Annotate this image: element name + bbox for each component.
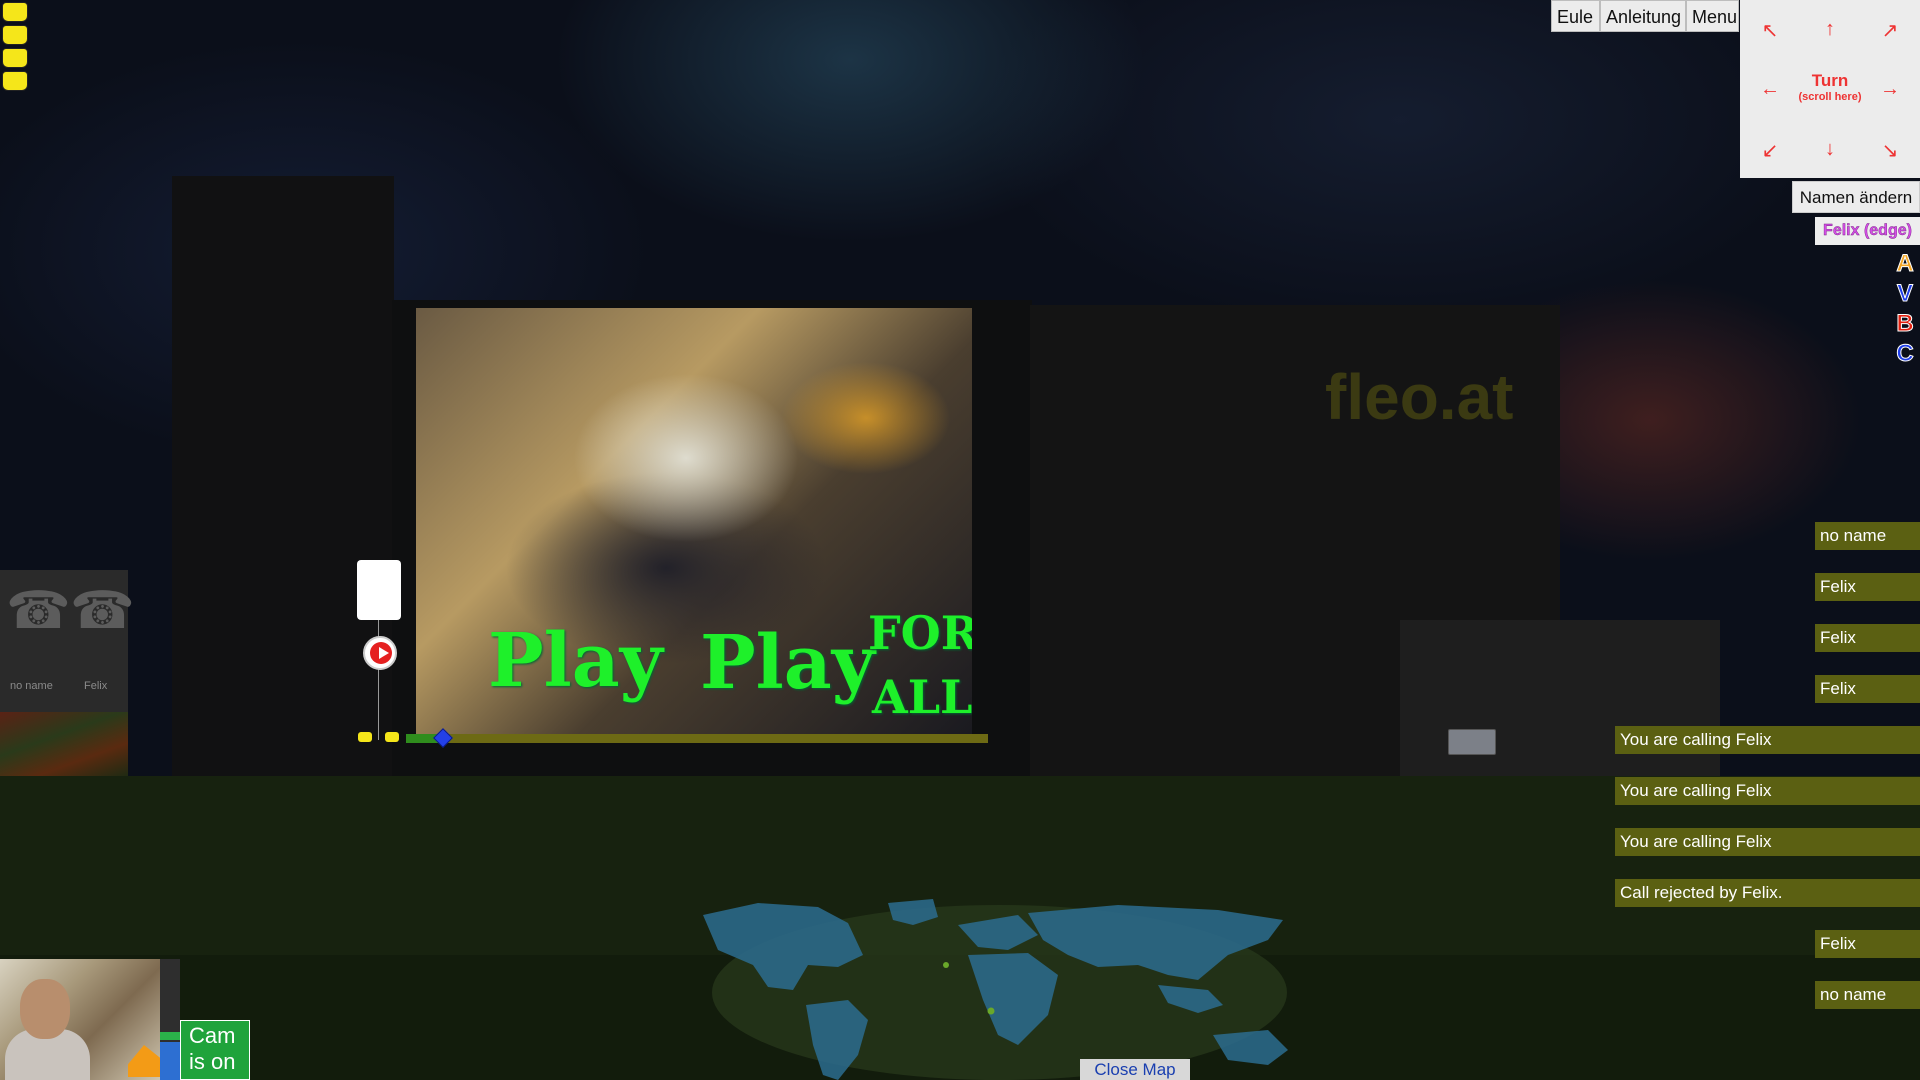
app-logo xyxy=(2,2,28,91)
video-overlay-play-1: Play xyxy=(488,618,663,704)
video-progress-bar[interactable] xyxy=(406,734,988,743)
map-user-marker[interactable] xyxy=(987,1007,995,1015)
phone-icon-felix[interactable]: ☎ xyxy=(70,585,135,637)
user-list-item[interactable]: Felix xyxy=(1815,624,1920,652)
user-list-item[interactable]: no name xyxy=(1815,522,1920,550)
turn-hint: (scroll here) xyxy=(1798,91,1862,103)
world-map[interactable] xyxy=(698,895,1338,1080)
webcam-indicator-blue xyxy=(160,1042,180,1080)
scene-wall-left xyxy=(172,176,394,776)
close-map-button[interactable]: Close Map xyxy=(1080,1059,1190,1080)
turn-control[interactable]: Turn (scroll here) xyxy=(1780,72,1880,106)
webcam-person-face xyxy=(20,979,70,1039)
video-player[interactable]: Play Play FOR ALL xyxy=(416,308,972,734)
volume-up-icon[interactable] xyxy=(385,732,399,742)
scene-desk xyxy=(1400,620,1720,780)
play-button[interactable] xyxy=(363,636,397,670)
circle-button-a[interactable]: A xyxy=(1892,250,1918,277)
arrow-up-left-icon[interactable]: ↖ xyxy=(1755,18,1785,43)
user-list-item[interactable]: Felix xyxy=(1815,675,1920,703)
cam-status-line2: is on xyxy=(189,1049,236,1074)
rename-button[interactable]: Namen ändern xyxy=(1792,181,1920,213)
turn-label: Turn xyxy=(1811,71,1849,90)
user-list-item[interactable]: no name xyxy=(1815,981,1920,1009)
circle-button-v[interactable]: V xyxy=(1892,280,1918,307)
phone-panel: ☎ ☎ no name Felix xyxy=(0,570,135,712)
call-message: Call rejected by Felix. xyxy=(1615,879,1920,907)
camera-device-icon[interactable] xyxy=(1448,729,1496,755)
phone-label-no-name: no name xyxy=(10,680,53,692)
arrow-up-icon[interactable]: ↑ xyxy=(1815,18,1845,41)
arrow-down-left-icon[interactable]: ↙ xyxy=(1755,138,1785,163)
arrow-right-icon[interactable]: → xyxy=(1875,78,1905,101)
call-message: You are calling Felix xyxy=(1615,777,1920,805)
phone-icon-no-name[interactable]: ☎ xyxy=(6,585,71,637)
video-overlay-for: FOR xyxy=(868,606,972,660)
arrow-down-icon[interactable]: ↓ xyxy=(1815,138,1845,161)
menu-button[interactable]: Menu xyxy=(1686,0,1739,32)
map-user-marker[interactable] xyxy=(943,962,949,968)
phone-label-felix: Felix xyxy=(84,680,108,692)
webcam-indicator-green xyxy=(160,1032,180,1040)
circle-button-c[interactable]: C xyxy=(1892,340,1918,367)
circle-button-b[interactable]: B xyxy=(1892,310,1918,337)
video-overlay-all: ALL xyxy=(872,670,972,724)
user-list-item[interactable]: Felix xyxy=(1815,573,1920,601)
arrow-down-right-icon[interactable]: ↘ xyxy=(1875,138,1905,163)
phone-panel-image xyxy=(0,712,128,776)
user-list-item[interactable]: Felix xyxy=(1815,930,1920,958)
anleitung-button[interactable]: Anleitung xyxy=(1600,0,1686,32)
direction-pad[interactable]: ↖ ↑ ↗ ← Turn (scroll here) → ↙ ↓ ↘ xyxy=(1740,0,1920,178)
current-user-label: Felix (edge) xyxy=(1815,217,1920,245)
call-message: You are calling Felix xyxy=(1615,828,1920,856)
eule-button[interactable]: Eule xyxy=(1551,0,1600,32)
volume-down-icon[interactable] xyxy=(358,732,372,742)
video-overlay-play-2: Play xyxy=(700,620,875,706)
tv-icon[interactable] xyxy=(357,560,401,620)
arrow-up-right-icon[interactable]: ↗ xyxy=(1875,18,1905,43)
call-message: You are calling Felix xyxy=(1615,726,1920,754)
cam-status-line1: Cam xyxy=(189,1023,236,1048)
cam-status-badge[interactable]: Cam is on xyxy=(180,1020,250,1080)
site-brand: fleo.at xyxy=(1325,361,1514,433)
